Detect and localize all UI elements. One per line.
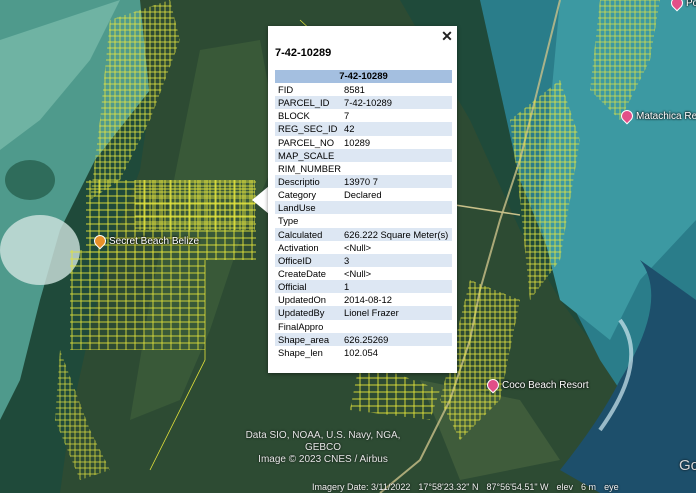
attribute-key: FID (278, 84, 294, 96)
attribute-key: PARCEL_ID (275, 96, 342, 110)
attribute-key: BLOCK (278, 110, 310, 122)
attribute-key: Official (275, 280, 342, 294)
attribute-value (341, 148, 452, 162)
attribute-key: Type (278, 215, 299, 227)
place-marker-coco-beach[interactable]: Coco Beach Resort (484, 376, 589, 394)
place-label: Matachica Re (636, 110, 696, 122)
table-row: MAP_SCALE (275, 148, 452, 162)
table-row: Official 1 (275, 280, 452, 294)
attribute-value: 10289 (344, 136, 371, 148)
attribute-value: 7 (344, 110, 350, 122)
attribute-key: MAP_SCALE (275, 148, 342, 162)
attribute-value (341, 201, 452, 215)
eye-altitude-label: eye (604, 482, 619, 492)
table-row: BLOCK 7 (275, 109, 452, 122)
location-pin-icon (618, 107, 636, 125)
attribute-value: <Null> (344, 241, 372, 253)
attribution-line: Data SIO, NOAA, U.S. Navy, NGA, GEBCO (245, 430, 401, 453)
attribute-value: 102.054 (344, 346, 378, 358)
map-attribution: Data SIO, NOAA, U.S. Navy, NGA, GEBCO Im… (238, 430, 408, 466)
table-row: LandUse (275, 201, 452, 215)
table-row: RIM_NUMBER (275, 162, 452, 175)
place-label: Po (686, 0, 696, 9)
table-row: Calculated 626.222 Square Meter(s) (275, 227, 452, 241)
elevation-value: 6 m (581, 482, 597, 492)
popup-pointer (252, 186, 269, 214)
attribute-value: 1 (341, 280, 452, 294)
table-row: CreateDate <Null> (275, 267, 452, 280)
table-row: FinalAppro (275, 320, 452, 333)
attribute-value: 2014-08-12 (344, 294, 392, 306)
elevation-label: elev (556, 482, 574, 492)
attribute-value (341, 214, 452, 227)
attribute-key: LandUse (275, 201, 342, 215)
popup-title: 7-42-10289 (275, 47, 332, 59)
table-row: UpdatedBy Lionel Frazer (275, 306, 452, 320)
attribute-key: UpdatedBy (275, 306, 342, 320)
attribute-table: 7-42-10289 FID 8581 PARCEL_ID 7-42-10289 BLO… (275, 70, 452, 359)
attribute-value: 626.222 Square Meter(s) (341, 227, 452, 241)
attribute-key: FinalAppro (278, 320, 324, 332)
attribute-value (341, 162, 452, 175)
attribute-key: RIM_NUMBER (278, 162, 342, 174)
table-row: Shape_area 626.25269 (275, 332, 452, 346)
table-row: Category Declared (275, 188, 452, 201)
attribute-key: REG_SEC_ID (275, 122, 342, 136)
place-marker-matachica[interactable]: Matachica Re (618, 107, 696, 125)
location-pin-icon (91, 232, 109, 250)
location-pin-icon (484, 376, 502, 394)
attribute-key: Activation (278, 241, 319, 253)
attribute-key: Descriptio (275, 174, 342, 189)
attribute-value (341, 320, 452, 333)
attribute-value: 13970 7 (341, 174, 452, 189)
place-label: Coco Beach Resort (502, 379, 589, 391)
longitude-readout: 87°56'54.51" W (486, 482, 549, 492)
attribute-value: Lionel Frazer (341, 306, 452, 320)
table-row: Type (275, 214, 452, 227)
place-label: Secret Beach Belize (109, 235, 200, 247)
close-icon[interactable]: ✕ (440, 28, 454, 44)
table-row: Activation <Null> (275, 241, 452, 254)
table-row: PARCEL_NO 10289 (275, 136, 452, 149)
table-row: FID 8581 (275, 83, 452, 96)
table-header: 7-42-10289 (275, 70, 452, 83)
attribute-value: 7-42-10289 (341, 96, 452, 110)
attribute-key: Category (278, 189, 317, 201)
attribute-value: Declared (344, 189, 382, 201)
place-marker-secret-beach[interactable]: Secret Beach Belize (91, 232, 200, 250)
attribute-value: <Null> (344, 268, 372, 280)
table-row: UpdatedOn 2014-08-12 (275, 293, 452, 306)
attribute-value: 626.25269 (341, 332, 452, 346)
imagery-date: Imagery Date: 3/11/2022 (312, 482, 411, 492)
attribute-key: UpdatedOn (278, 294, 326, 306)
attribute-key: PARCEL_NO (278, 136, 335, 148)
attribute-value: 3 (341, 253, 452, 267)
attribute-value: 42 (341, 122, 452, 136)
attribute-key: Shape_area (275, 332, 342, 346)
attribute-key: Shape_len (278, 346, 323, 358)
feature-info-popup: 7-42-10289 ✕ 7-42-10289 FID 8581 PARCEL_ID… (268, 26, 457, 373)
table-row: REG_SEC_ID 42 (275, 122, 452, 136)
place-marker-top-right[interactable]: Po (668, 0, 696, 12)
attribute-key: CreateDate (278, 268, 326, 280)
status-bar: Imagery Date: 3/11/2022 17°58'23.32" N 8… (312, 482, 696, 493)
table-row: Shape_len 102.054 (275, 346, 452, 359)
google-logo: Go (679, 457, 696, 474)
attribute-key: OfficeID (275, 253, 342, 267)
table-row: OfficeID 3 (275, 253, 452, 267)
attribute-key: Calculated (275, 227, 342, 241)
attribution-line: Image © 2023 CNES / Airbus (258, 454, 388, 465)
attribute-value: 8581 (344, 84, 365, 96)
latitude-readout: 17°58'23.32" N (418, 482, 479, 492)
table-row: Descriptio 13970 7 (275, 174, 452, 189)
table-row: PARCEL_ID 7-42-10289 (275, 96, 452, 110)
